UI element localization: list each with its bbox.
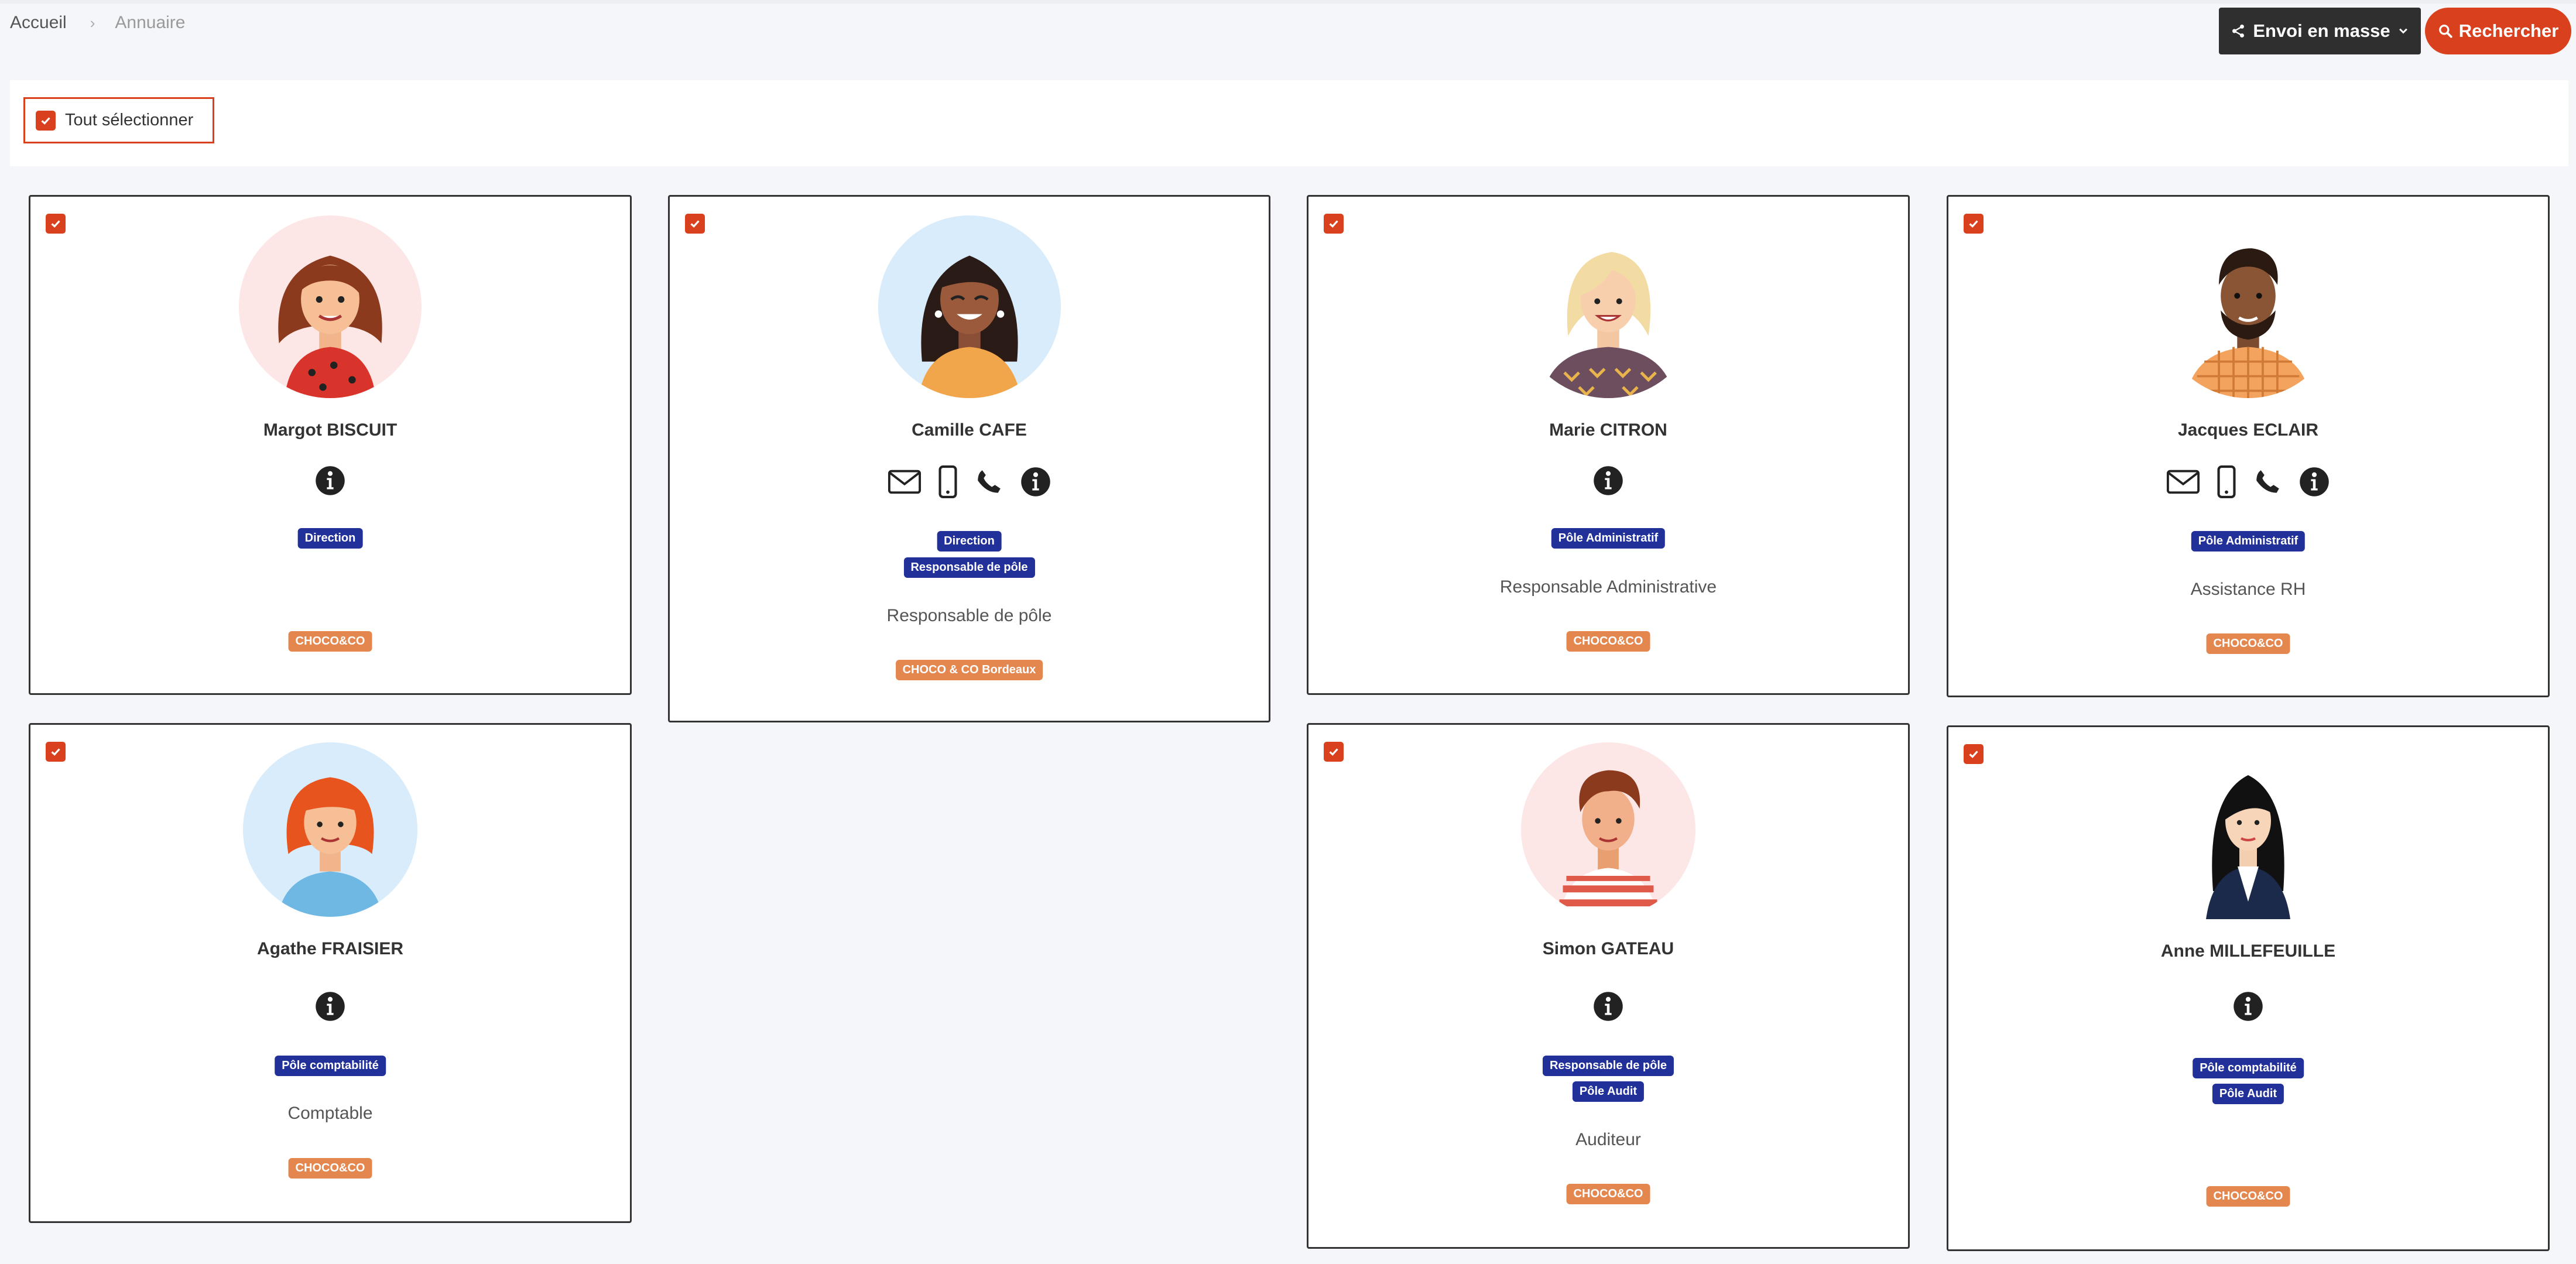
company-badge: CHOCO&CO xyxy=(1566,1184,1650,1204)
contact-name: Margot BISCUIT xyxy=(263,420,398,440)
contact-name: Marie CITRON xyxy=(1549,420,1667,440)
breadcrumb-home[interactable]: Accueil xyxy=(10,13,67,33)
company-badge: CHOCO & CO Bordeaux xyxy=(895,660,1043,680)
avatar xyxy=(1521,742,1695,917)
job-title: Comptable xyxy=(287,1104,373,1123)
card-checkbox[interactable] xyxy=(46,742,66,762)
avatar xyxy=(1517,215,1700,398)
mobile-icon[interactable] xyxy=(938,465,958,499)
search-label: Rechercher xyxy=(2458,20,2559,41)
company-badge: CHOCO&CO xyxy=(288,631,372,652)
job-title: Assistance RH xyxy=(2190,580,2306,599)
avatar xyxy=(239,215,422,398)
info-icon[interactable] xyxy=(1592,465,1624,496)
search-button[interactable]: Rechercher xyxy=(2425,8,2571,54)
company-badge: CHOCO&CO xyxy=(288,1158,372,1179)
info-icon[interactable] xyxy=(314,465,346,496)
mass-send-button[interactable]: Envoi en masse xyxy=(2219,8,2421,54)
breadcrumb-separator: › xyxy=(90,13,95,32)
company-badge: CHOCO&CO xyxy=(1566,631,1650,652)
info-icon[interactable] xyxy=(1592,991,1624,1022)
mobile-icon[interactable] xyxy=(2217,465,2236,499)
avatar xyxy=(243,742,417,917)
email-icon[interactable] xyxy=(2166,468,2200,495)
tag-group: Direction xyxy=(297,528,363,549)
breadcrumb: Accueil › Annuaire xyxy=(10,13,185,33)
tag-group: Pôle Audit xyxy=(2212,1084,2284,1104)
contact-card[interactable]: Jacques ECLAIR Pôle Administratif Assist… xyxy=(1947,195,2550,697)
card-checkbox[interactable] xyxy=(1324,214,1344,234)
contact-card[interactable]: Marie CITRON Pôle Administratif Responsa… xyxy=(1307,195,1910,695)
contact-name: Jacques ECLAIR xyxy=(2177,420,2319,440)
share-icon xyxy=(2232,24,2245,38)
search-icon xyxy=(2438,25,2452,38)
contact-name: Simon GATEAU xyxy=(1542,939,1674,958)
contact-name: Camille CAFE xyxy=(912,420,1027,440)
avatar xyxy=(2160,744,2336,919)
select-all-checkbox[interactable]: Tout sélectionner xyxy=(23,97,214,143)
info-icon[interactable] xyxy=(2298,466,2330,498)
checkbox-checked[interactable] xyxy=(36,110,56,131)
job-title: Auditeur xyxy=(1575,1130,1641,1149)
tag-group: Pôle Administratif xyxy=(1551,528,1666,549)
contact-card[interactable]: Agathe FRAISIER Pôle comptabilité Compta… xyxy=(29,723,632,1223)
card-checkbox[interactable] xyxy=(1324,742,1344,762)
email-icon[interactable] xyxy=(888,468,922,495)
tag-group: Responsable de pôle xyxy=(1542,1056,1674,1076)
selection-bar xyxy=(10,80,2568,166)
avatar xyxy=(878,215,1061,398)
mass-send-label: Envoi en masse xyxy=(2253,20,2390,41)
info-icon[interactable] xyxy=(1020,466,1051,498)
tag-group: Pôle comptabilité xyxy=(2193,1058,2304,1078)
contact-card[interactable]: Anne MILLEFEUILLE Pôle comptabilité Pôle… xyxy=(1947,725,2550,1251)
top-strip xyxy=(0,0,2576,4)
breadcrumb-current: Annuaire xyxy=(115,13,186,32)
company-badge: CHOCO&CO xyxy=(2206,1186,2290,1207)
chevron-down-icon xyxy=(2399,28,2407,34)
contact-card[interactable]: Simon GATEAU Responsable de pôle Pôle Au… xyxy=(1307,723,1910,1249)
tag-group: Pôle Administratif xyxy=(2191,531,2306,551)
card-checkbox[interactable] xyxy=(685,214,705,234)
tag-group: Direction xyxy=(937,531,1002,551)
card-checkbox[interactable] xyxy=(1964,744,1984,764)
job-title: Responsable de pôle xyxy=(886,606,1052,625)
tag-group: Pôle comptabilité xyxy=(275,1056,386,1076)
contact-name: Anne MILLEFEUILLE xyxy=(2160,941,2336,961)
tag-group: Pôle Audit xyxy=(1572,1081,1645,1102)
card-checkbox[interactable] xyxy=(46,214,66,234)
avatar xyxy=(2157,215,2339,398)
card-checkbox[interactable] xyxy=(1964,214,1984,234)
select-all-label: Tout sélectionner xyxy=(65,111,194,129)
contact-card[interactable]: Camille CAFE Direction Responsable de pô… xyxy=(668,195,1270,722)
phone-icon[interactable] xyxy=(974,467,1003,496)
contact-name: Agathe FRAISIER xyxy=(256,939,404,958)
job-title: Responsable Administrative xyxy=(1499,577,1717,597)
phone-icon[interactable] xyxy=(2253,467,2282,496)
info-icon[interactable] xyxy=(314,991,346,1022)
info-icon[interactable] xyxy=(2232,991,2264,1022)
tag-group: Responsable de pôle xyxy=(903,557,1035,578)
contact-card[interactable]: Margot BISCUIT Direction CHOCO&CO xyxy=(29,195,632,695)
company-badge: CHOCO&CO xyxy=(2206,633,2290,654)
